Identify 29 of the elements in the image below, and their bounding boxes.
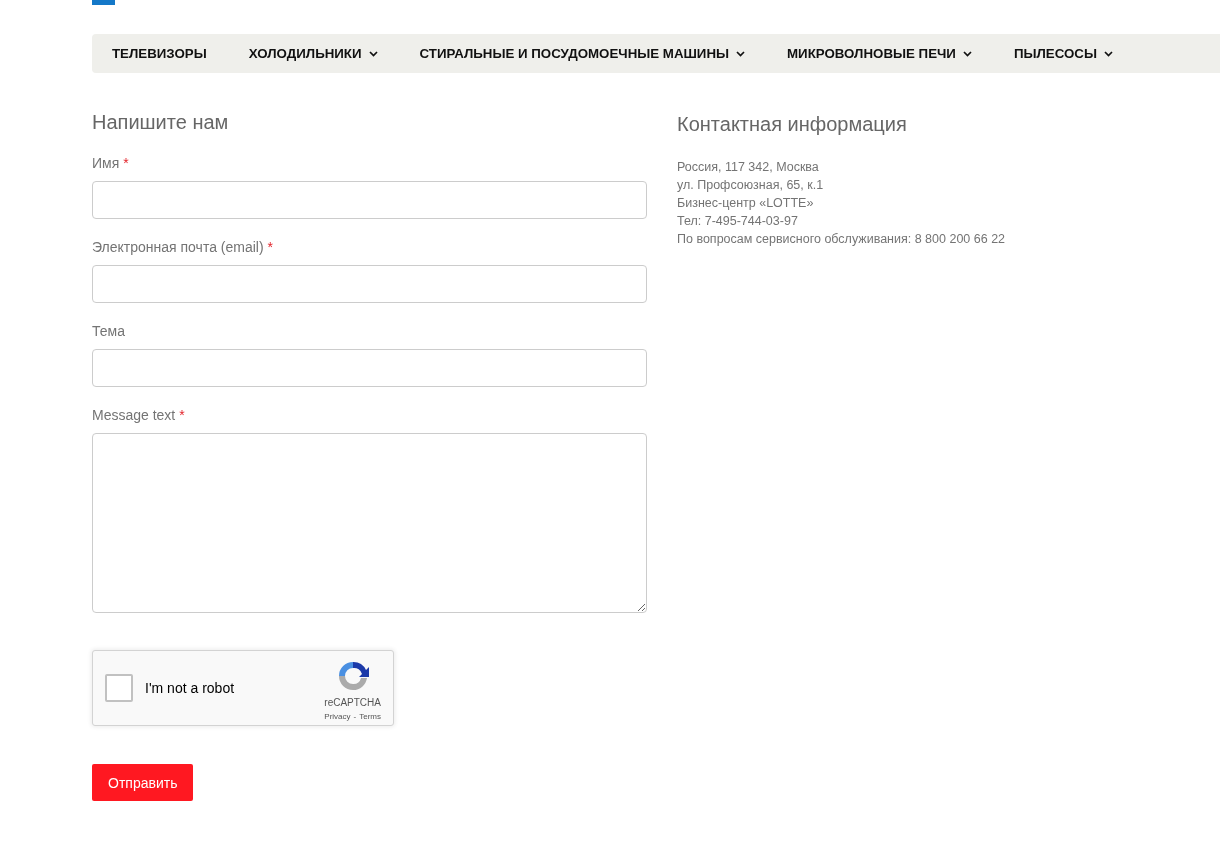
submit-button[interactable]: Отправить (92, 764, 194, 801)
menu-item[interactable]: СТИРАЛЬНЫЕ И ПОСУДОМОЕЧНЫЕ МАШИНЫ (399, 34, 767, 73)
text-input[interactable] (92, 181, 647, 219)
captcha-label: I'm not a robot (145, 680, 235, 696)
contact-line: Тел: 7-495-744-03-97 (677, 213, 799, 230)
captcha-logo-icon (336, 660, 369, 692)
link-separator: - (353, 712, 357, 722)
logo-icon (92, 0, 115, 5)
field-label: Имя * (92, 154, 130, 173)
text-input[interactable] (92, 349, 647, 387)
contact-line: Бизнес-центр «LOTTE» (677, 195, 815, 212)
menu-item[interactable]: ХОЛОДИЛЬНИКИ (228, 34, 399, 73)
captcha-checkbox[interactable] (105, 674, 133, 702)
message-textarea[interactable] (92, 433, 647, 613)
menu-item[interactable]: МИКРОВОЛНОВЫЕ ПЕЧИ (767, 34, 993, 73)
form-heading: Напишите нам (92, 110, 230, 134)
field-label: Тема (92, 322, 126, 341)
captcha-brand-text: reCAPTCHA (324, 697, 381, 709)
contact-line: По вопросам сервисного обслуживания: 8 800 200 66 22 (677, 231, 1007, 248)
contact-line: ул. Профсоюзная, 65, к.1 (677, 177, 825, 194)
privacy-link[interactable]: Privacy (324, 712, 351, 722)
field-label: Электронная почта (email) * (92, 238, 275, 257)
menu-item[interactable]: ТЕЛЕВИЗОРЫ (92, 34, 228, 73)
menu-item[interactable]: ПЫЛЕСОСЫ (993, 34, 1134, 73)
text-input[interactable] (92, 265, 647, 303)
contact-line: Россия, 117 342, Москва (677, 159, 820, 176)
contact-heading: Контактная информация (677, 112, 908, 136)
field-label: Message text * (92, 406, 186, 425)
terms-link[interactable]: Terms (359, 712, 381, 722)
